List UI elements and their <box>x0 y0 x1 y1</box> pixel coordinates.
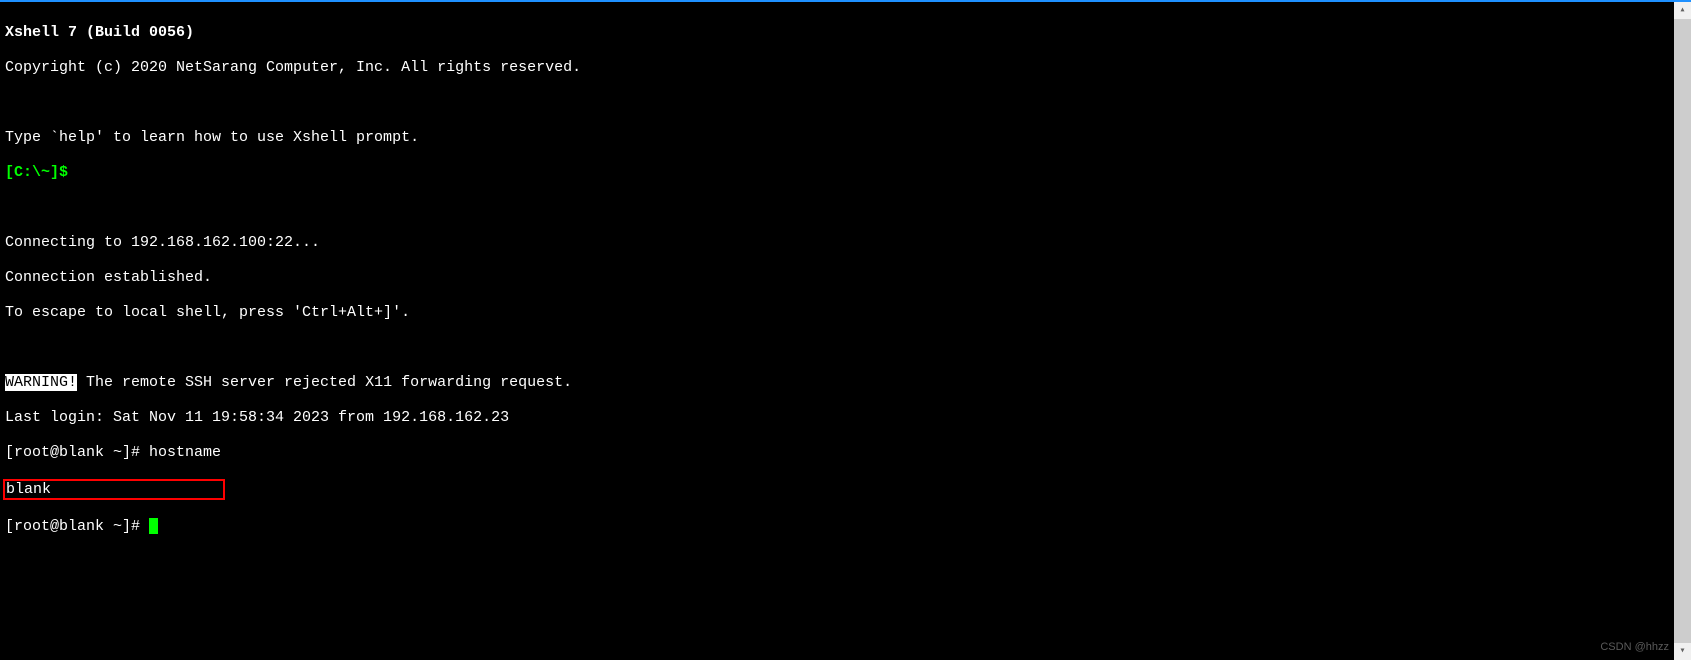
scrollbar-down-arrow-icon[interactable]: ▾ <box>1674 643 1691 660</box>
warning-message: The remote SSH server rejected X11 forwa… <box>77 374 572 391</box>
blank-line <box>5 339 1669 357</box>
highlight-annotation: blank <box>3 479 225 501</box>
scrollbar-up-arrow-icon[interactable]: ▴ <box>1674 2 1691 19</box>
copyright-text: Copyright (c) 2020 NetSarang Computer, I… <box>5 59 1669 77</box>
blank-line <box>5 199 1669 217</box>
shell-prompt: [root@blank ~]# <box>5 518 149 535</box>
blank-line <box>5 94 1669 112</box>
escape-hint-text: To escape to local shell, press 'Ctrl+Al… <box>5 304 1669 322</box>
help-text: Type `help' to learn how to use Xshell p… <box>5 129 1669 147</box>
connecting-text: Connecting to 192.168.162.100:22... <box>5 234 1669 252</box>
terminal-output[interactable]: Xshell 7 (Build 0056) Copyright (c) 2020… <box>5 6 1669 660</box>
hostname-output: blank <box>6 481 51 498</box>
window-top-border <box>0 0 1691 2</box>
app-title: Xshell 7 (Build 0056) <box>5 24 1669 42</box>
cursor <box>149 518 158 534</box>
command-line-1: [root@blank ~]# hostname <box>5 444 1669 462</box>
watermark-text: CSDN @hhzz <box>1600 639 1669 657</box>
warning-line: WARNING! The remote SSH server rejected … <box>5 374 1669 392</box>
last-login-text: Last login: Sat Nov 11 19:58:34 2023 fro… <box>5 409 1669 427</box>
connection-established-text: Connection established. <box>5 269 1669 287</box>
warning-label: WARNING! <box>5 374 77 391</box>
command-text: hostname <box>149 444 221 461</box>
scrollbar-thumb[interactable] <box>1674 19 1691 643</box>
local-prompt-line: [C:\~]$ <box>5 164 1669 182</box>
vertical-scrollbar[interactable]: ▴ ▾ <box>1674 2 1691 660</box>
local-prompt: [C:\~]$ <box>5 164 77 181</box>
hostname-output-line: blank <box>5 479 1669 501</box>
active-prompt-line[interactable]: [root@blank ~]# <box>5 518 1669 536</box>
shell-prompt: [root@blank ~]# <box>5 444 149 461</box>
